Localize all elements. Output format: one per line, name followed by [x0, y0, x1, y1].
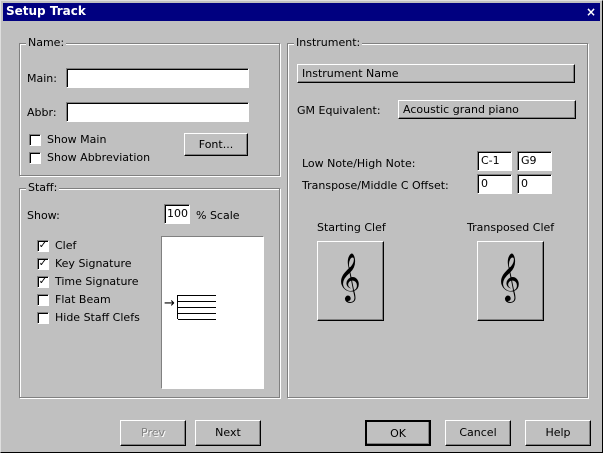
name-group: Name: Main: Abbr: Show Main Show Abbrevi… [19, 36, 280, 176]
staff-option-checkbox[interactable] [37, 294, 49, 306]
staff-option-label: Time Signature [55, 275, 139, 288]
high-note-input[interactable]: G9 [517, 151, 552, 171]
font-button[interactable]: Font... [184, 133, 248, 156]
instrument-name-field[interactable]: Instrument Name [297, 64, 575, 83]
main-name-input[interactable] [66, 68, 249, 88]
gm-equivalent-button[interactable]: Acoustic grand piano [398, 100, 576, 119]
abbr-label: Abbr: [27, 106, 57, 119]
scale-label: % Scale [196, 209, 240, 222]
prev-button[interactable]: Prev [120, 420, 186, 446]
help-button[interactable]: Help [525, 420, 591, 446]
show-main-label: Show Main [47, 133, 107, 146]
window-title: Setup Track [6, 4, 86, 18]
staff-option-label: Flat Beam [55, 293, 111, 306]
note-range-label: Low Note/High Note: [302, 157, 416, 170]
staff-lines [177, 295, 216, 320]
abbr-name-input[interactable] [66, 102, 249, 122]
close-icon[interactable]: × [585, 6, 597, 18]
name-group-legend: Name: [26, 36, 67, 49]
staff-option-checkbox[interactable]: ✓ [37, 258, 49, 270]
instrument-group-legend: Instrument: [294, 36, 363, 49]
ok-button[interactable]: OK [365, 420, 431, 446]
show-label: Show: [27, 209, 60, 222]
show-main-checkbox[interactable] [29, 134, 41, 146]
staff-group: Staff: Show: 100 % Scale → ✓ Clef ✓ Key Sig… [19, 181, 280, 398]
transposed-clef-label: Transposed Clef [467, 221, 555, 234]
show-abbreviation-label: Show Abbreviation [47, 151, 151, 164]
transpose-input[interactable]: 0 [477, 174, 512, 194]
transposed-clef-button[interactable]: 𝄞 [477, 241, 544, 321]
setup-track-dialog: Setup Track × Name: Main: Abbr: Show Mai… [0, 0, 603, 453]
staff-option-checkbox[interactable]: ✓ [37, 276, 49, 288]
cancel-button[interactable]: Cancel [445, 420, 511, 446]
main-label: Main: [27, 72, 57, 85]
staff-option-checkbox[interactable]: ✓ [37, 240, 49, 252]
starting-clef-label: Starting Clef [317, 221, 386, 234]
treble-clef-icon: 𝄞 [496, 252, 521, 301]
gm-equivalent-label: GM Equivalent: [297, 104, 381, 117]
starting-clef-button[interactable]: 𝄞 [317, 241, 384, 321]
staff-preview: → [161, 236, 264, 389]
title-bar[interactable]: Setup Track × [3, 3, 600, 21]
staff-option-label: Key Signature [55, 257, 132, 270]
treble-clef-icon: 𝄞 [336, 252, 361, 301]
transpose-label: Transpose/Middle C Offset: [302, 179, 449, 192]
next-button[interactable]: Next [195, 420, 261, 446]
low-note-input[interactable]: C-1 [477, 151, 512, 171]
staff-option-label: Clef [55, 239, 77, 252]
instrument-group: Instrument: Instrument Name GM Equivalen… [287, 36, 588, 398]
scale-input[interactable]: 100 [164, 204, 190, 224]
show-abbreviation-checkbox[interactable] [29, 152, 41, 164]
staff-option-checkbox[interactable] [37, 312, 49, 324]
staff-option-label: Hide Staff Clefs [55, 311, 140, 324]
preview-arrow-icon: → [164, 296, 175, 311]
staff-group-legend: Staff: [26, 181, 60, 194]
middle-c-offset-input[interactable]: 0 [517, 174, 552, 194]
